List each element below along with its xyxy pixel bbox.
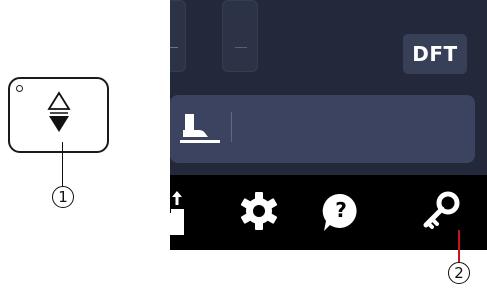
upload-icon[interactable] [170, 191, 184, 235]
presser-foot-bar [170, 95, 475, 163]
stitch-slot-2 [222, 0, 258, 72]
callout-1: 1 [52, 186, 74, 208]
needle-up-down-button[interactable] [8, 77, 109, 153]
help-glyph: ? [335, 198, 347, 222]
lcd-screen: DFT ? [170, 0, 487, 250]
stitch-slot-left [170, 0, 186, 72]
indicator-led [16, 85, 23, 92]
callout-2-line [458, 230, 460, 262]
divider [231, 112, 232, 142]
callout-1-line [62, 142, 64, 187]
presser-foot-icon[interactable] [177, 113, 223, 147]
default-button[interactable]: DFT [403, 34, 467, 74]
needle-up-down-icon [47, 91, 71, 132]
help-icon[interactable]: ? [320, 191, 362, 233]
bottom-toolbar: ? [170, 175, 487, 250]
callout-2: 2 [448, 262, 470, 284]
gear-icon[interactable] [239, 191, 279, 231]
key-icon[interactable] [421, 191, 461, 231]
